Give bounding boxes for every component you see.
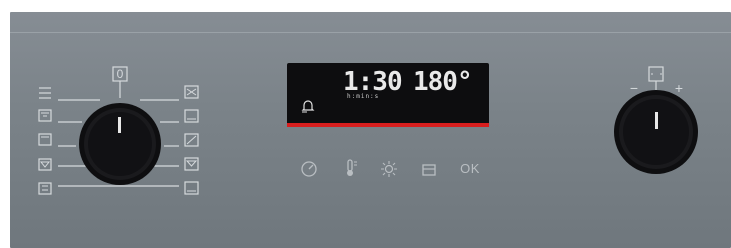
timer-icon [301,161,317,177]
plus-label: + [674,80,684,96]
light-button[interactable] [378,160,400,181]
mode-selector-knob[interactable] [79,103,161,185]
childlock-button[interactable] [418,160,440,181]
temperature-selector-knob[interactable] [614,90,698,174]
light-icon [381,161,397,177]
mode-icon-bottom-heat [184,109,199,123]
thermometer-icon [347,159,357,176]
temperature-readout: 180° [413,67,473,97]
mode-icon-pizza [38,182,52,195]
mode-off-label: 0 [116,67,124,81]
childlock-icon [422,164,436,176]
ok-button[interactable]: OK [455,161,485,176]
mode-icon-fan-grill [38,158,52,171]
mode-icon-fan-bottom [184,157,199,171]
knob-indicator [655,112,658,129]
timer-button[interactable] [298,160,320,181]
mode-icon-defrost [184,181,199,195]
temperature-button[interactable] [340,158,362,181]
time-units: h:min:s [347,93,380,100]
mode-icon-top-heat [39,87,51,99]
mode-icon-top-bottom [38,133,52,146]
minus-label: − [629,80,639,96]
lcd-display: 1:30 h:min:s 180° [287,63,489,127]
knob-indicator [118,117,121,133]
display-accent-strip [287,123,489,127]
bell-icon [301,100,315,113]
